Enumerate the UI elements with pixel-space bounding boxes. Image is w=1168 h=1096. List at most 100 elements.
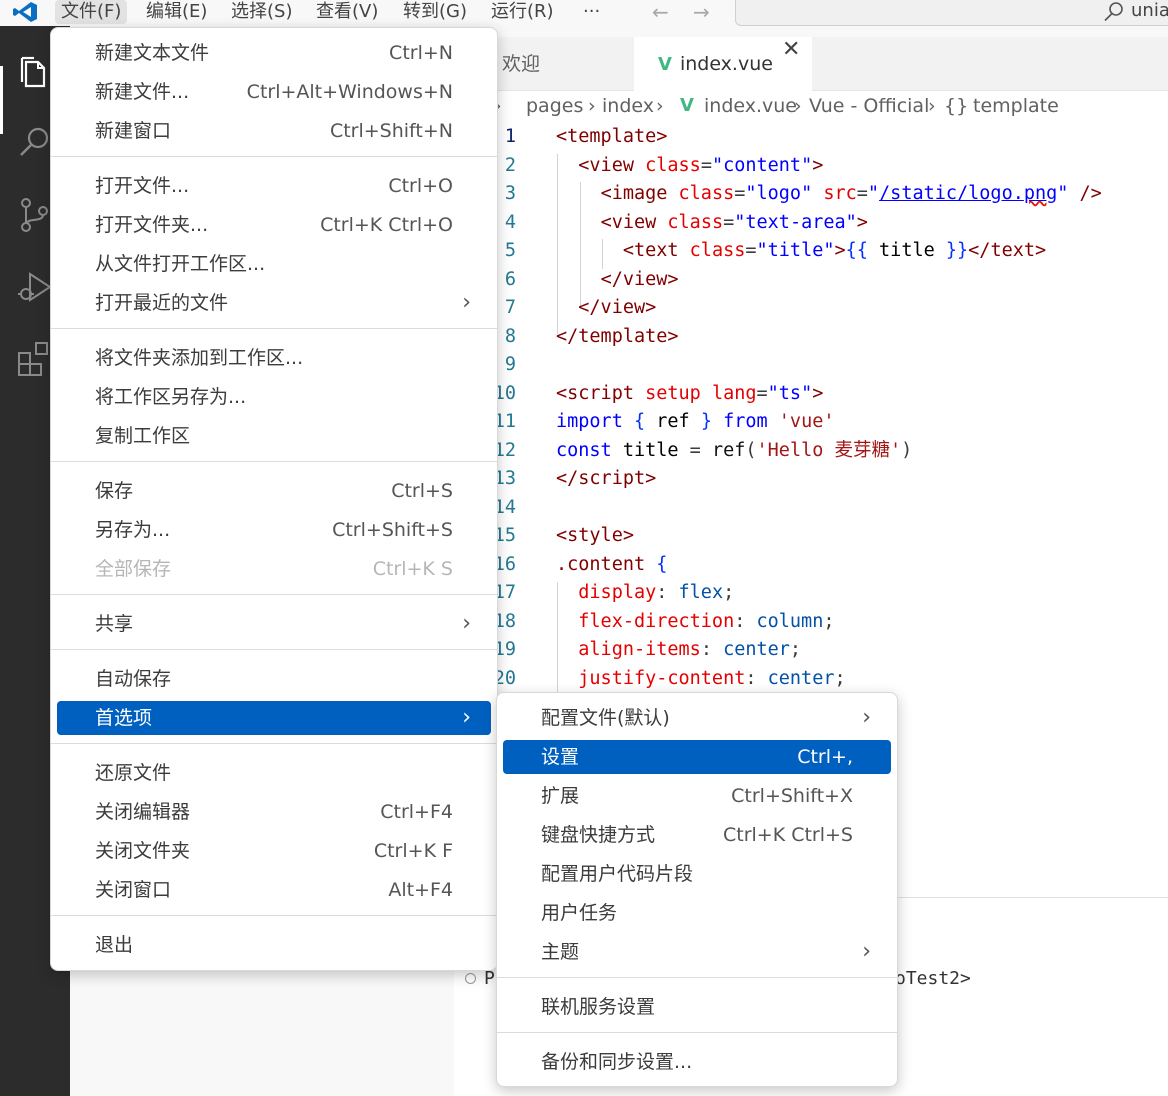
file-menu-item[interactable]: 另存为... Ctrl+Shift+S (57, 513, 491, 547)
menu-file[interactable]: 文件(F) (55, 0, 128, 24)
vscode-logo-icon[interactable] (12, 1, 38, 23)
prefs-menu-item-label: 扩展 (541, 785, 580, 807)
file-menu-item-label: 打开文件... (95, 175, 190, 197)
prefs-menu-item[interactable]: 设置 Ctrl+, (503, 740, 891, 774)
breadcrumb-sep: › (656, 95, 664, 117)
file-menu-item-label: 将工作区另存为... (95, 386, 247, 408)
menu-selection[interactable]: 选择(S) (225, 0, 298, 24)
editor-tab-bar: 欢迎 Vindex.vue ✕ (454, 37, 1168, 91)
run-debug-icon[interactable] (16, 268, 54, 306)
code-line: 4 <view class="text-area"> (454, 209, 1168, 238)
file-menu-item[interactable]: 退出 (57, 928, 491, 962)
file-menu-item[interactable]: 打开最近的文件 › (57, 286, 491, 320)
prefs-menu-item-shortcut: Ctrl+Shift+X (731, 785, 853, 807)
chevron-right-icon: › (462, 611, 471, 636)
prefs-menu-item-label: 设置 (541, 746, 580, 768)
file-menu-item[interactable]: 新建文件... Ctrl+Alt+Windows+N (57, 75, 491, 109)
chevron-right-icon: › (862, 705, 871, 730)
code-line: 5 <text class="title">{{ title }}</text> (454, 237, 1168, 266)
file-menu-item-shortcut: Alt+F4 (388, 879, 453, 901)
prefs-menu-item[interactable]: 联机服务设置 (503, 990, 891, 1024)
file-menu-item: 全部保存 Ctrl+K S (57, 552, 491, 586)
menu-run[interactable]: 运行(R) (485, 0, 560, 24)
code-line: 15 <style> (454, 522, 1168, 551)
prefs-menu-item[interactable]: 主题 › (503, 935, 891, 969)
prefs-menu-item[interactable]: 用户任务 (503, 896, 891, 930)
file-menu-item[interactable]: 从文件打开工作区... (57, 247, 491, 281)
chevron-right-icon: › (862, 939, 871, 964)
file-menu-item-shortcut: Ctrl+Shift+N (329, 120, 453, 142)
search-view-icon[interactable] (16, 124, 54, 162)
breadcrumb-item[interactable]: index.vue (704, 91, 797, 121)
close-icon[interactable]: ✕ (782, 37, 800, 62)
terminal-status-icon (465, 973, 476, 984)
breadcrumb-item[interactable]: index (602, 91, 654, 121)
file-menu-item[interactable]: 新建文本文件 Ctrl+N (57, 36, 491, 70)
breadcrumb-sep: › (794, 95, 802, 117)
file-menu-item[interactable]: 关闭文件夹 Ctrl+K F (57, 834, 491, 868)
menu-view[interactable]: 查看(V) (310, 0, 384, 24)
code-line: 18 flex-direction: column; (454, 608, 1168, 637)
code-line: 1 <template> (454, 123, 1168, 152)
file-menu-item[interactable]: 首选项 › (57, 701, 491, 735)
file-menu-item[interactable]: 关闭窗口 Alt+F4 (57, 873, 491, 907)
file-menu-item-label: 从文件打开工作区... (95, 253, 266, 275)
file-menu-item-label: 复制工作区 (95, 425, 191, 447)
menu-more[interactable]: ··· (577, 0, 606, 24)
tab-label: index.vue (679, 53, 773, 75)
prefs-menu-item-label: 键盘快捷方式 (541, 824, 656, 846)
explorer-icon[interactable] (16, 54, 54, 92)
file-menu-item-label: 关闭编辑器 (95, 801, 191, 823)
menu-edit[interactable]: 编辑(E) (140, 0, 213, 24)
menu-go[interactable]: 转到(G) (397, 0, 473, 24)
breadcrumb: › pages › index › V index.vue › Vue - Of… (454, 91, 1168, 123)
file-menu-item[interactable]: 自动保存 (57, 662, 491, 696)
vue-file-icon: V (658, 54, 672, 75)
prefs-menu-item-label: 配置文件(默认) (541, 707, 670, 729)
file-menu-item[interactable]: 将文件夹添加到工作区... (57, 341, 491, 375)
prefs-menu-item[interactable]: 扩展 Ctrl+Shift+X (503, 779, 891, 813)
file-menu-item[interactable]: 新建窗口 Ctrl+Shift+N (57, 114, 491, 148)
file-menu-item[interactable]: 将工作区另存为... (57, 380, 491, 414)
file-menu-item-label: 新建文件... (95, 81, 190, 103)
file-menu-item-label: 关闭窗口 (95, 879, 172, 901)
file-menu-item-label: 保存 (95, 480, 134, 502)
chevron-right-icon: › (462, 290, 471, 315)
chevron-right-icon: › (462, 705, 471, 730)
file-menu-item-label: 关闭文件夹 (95, 840, 191, 862)
file-menu-item[interactable]: 打开文件... Ctrl+O (57, 169, 491, 203)
braces-icon: {} (944, 95, 969, 117)
file-menu-item-label: 退出 (95, 934, 134, 956)
file-menu-item-label: 另存为... (95, 519, 171, 541)
file-menu-item-label: 共享 (95, 613, 134, 635)
file-menu-item[interactable]: 还原文件 (57, 756, 491, 790)
file-menu-item[interactable]: 共享 › (57, 607, 491, 641)
file-menu-item[interactable]: 关闭编辑器 Ctrl+F4 (57, 795, 491, 829)
extensions-icon[interactable] (16, 340, 54, 378)
title-bar: 文件(F) 编辑(E) 选择(S) 查看(V) 转到(G) 运行(R) ··· … (0, 0, 1168, 26)
prefs-menu-item-label: 备份和同步设置... (541, 1051, 693, 1073)
prefs-menu-item[interactable]: 键盘快捷方式 Ctrl+K Ctrl+S (503, 818, 891, 852)
breadcrumb-sep: › (928, 95, 936, 117)
code-line: 11 import { ref } from 'vue' (454, 408, 1168, 437)
breadcrumb-sep: › (588, 95, 596, 117)
back-arrow-icon[interactable]: ← (652, 0, 669, 24)
file-menu-item-label: 新建文本文件 (95, 42, 210, 64)
file-menu-item-shortcut: Ctrl+K F (373, 840, 453, 862)
source-control-icon[interactable] (16, 196, 54, 234)
prefs-menu-item[interactable]: 备份和同步设置... (503, 1045, 891, 1079)
file-menu-item[interactable]: 保存 Ctrl+S (57, 474, 491, 508)
breadcrumb-item[interactable]: pages (526, 91, 583, 121)
prefs-menu-item[interactable]: 配置用户代码片段 (503, 857, 891, 891)
breadcrumb-item[interactable]: Vue - Official (809, 91, 929, 121)
file-menu-item[interactable]: 打开文件夹... Ctrl+K Ctrl+O (57, 208, 491, 242)
prefs-menu-item-label: 主题 (541, 941, 580, 963)
preferences-submenu: 配置文件(默认) › 设置 Ctrl+, 扩展 Ctrl+Shift+X 键盘快捷方式 Ctr… (496, 692, 898, 1087)
file-menu-item-label: 自动保存 (95, 668, 172, 690)
breadcrumb-item[interactable]: template (973, 91, 1059, 121)
menu-separator (51, 156, 497, 157)
forward-arrow-icon[interactable]: → (693, 0, 710, 24)
prefs-menu-item[interactable]: 配置文件(默认) › (503, 701, 891, 735)
prefs-menu-item-label: 用户任务 (541, 902, 618, 924)
file-menu-item[interactable]: 复制工作区 (57, 419, 491, 453)
